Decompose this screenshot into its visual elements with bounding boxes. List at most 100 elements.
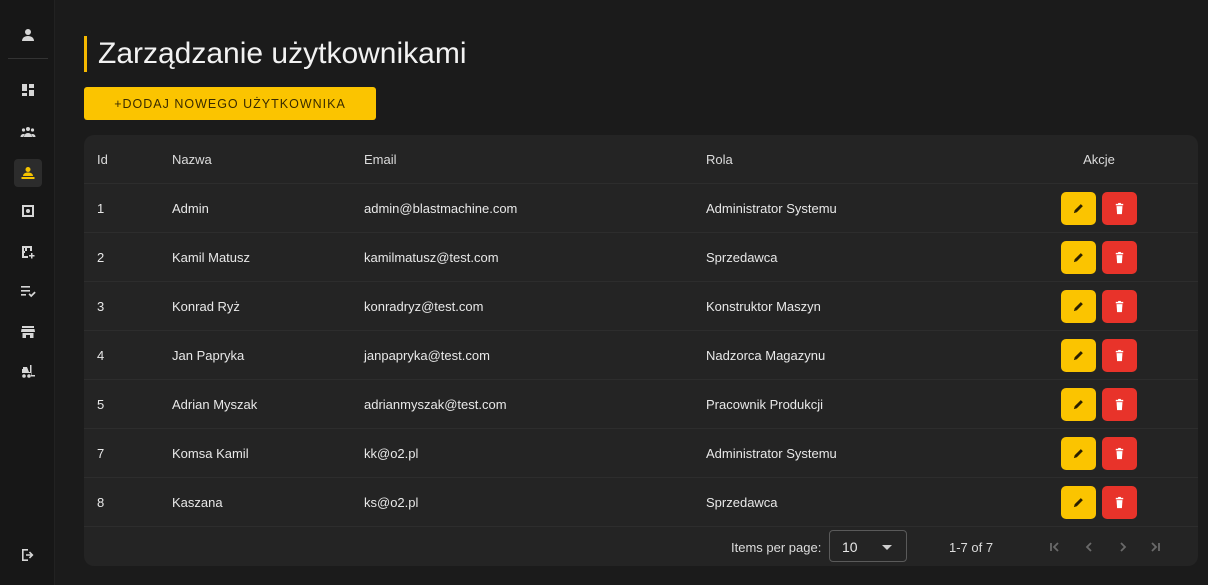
row-actions (1054, 233, 1144, 281)
table-row: 4 Jan Papryka janpapryka@test.com Nadzor… (84, 331, 1198, 380)
trash-icon (1115, 300, 1124, 312)
cell-name: Konrad Ryż (172, 298, 240, 314)
column-header-actions: Akcje (1083, 151, 1115, 167)
cell-email: adrianmyszak@test.com (364, 396, 507, 412)
pencil-icon (1073, 203, 1083, 213)
dashboard-icon[interactable] (14, 76, 42, 104)
cell-email: ks@o2.pl (364, 494, 419, 510)
cell-role: Pracownik Produkcji (706, 396, 824, 412)
forklift-icon[interactable] (14, 357, 42, 385)
pencil-icon (1073, 301, 1083, 311)
page-range: 1-7 of 7 (949, 540, 994, 555)
machine-icon[interactable] (14, 197, 42, 225)
column-header-name[interactable]: Nazwa (172, 135, 212, 183)
pencil-icon (1073, 252, 1083, 262)
groups-icon[interactable] (14, 118, 42, 146)
delete-user-button[interactable] (1102, 191, 1137, 225)
cell-name: Kaszana (172, 494, 223, 510)
edit-user-button[interactable] (1061, 387, 1096, 421)
add-user-button[interactable]: +DODAJ NOWEGO UŻYTKOWNIKA (84, 87, 376, 120)
sidebar-divider (8, 58, 48, 59)
cell-id: 7 (97, 445, 105, 461)
table-row: 5 Adrian Myszak adrianmyszak@test.com Pr… (84, 380, 1198, 429)
title-accent-bar (84, 36, 87, 72)
row-actions (1054, 380, 1144, 428)
cell-id: 1 (97, 200, 105, 216)
paginator: Items per page: 10 1-7 of 7 (84, 527, 1198, 566)
edit-user-button[interactable] (1061, 338, 1096, 372)
pencil-icon (1073, 497, 1083, 507)
cell-email: janpapryka@test.com (364, 347, 490, 363)
table-row: 1 Admin admin@blastmachine.com Administr… (84, 184, 1198, 233)
row-actions (1054, 478, 1144, 526)
cell-id: 5 (97, 396, 105, 412)
row-actions (1054, 331, 1144, 379)
row-actions (1054, 429, 1144, 477)
trash-icon (1115, 202, 1124, 214)
edit-user-button[interactable] (1061, 191, 1096, 225)
edit-user-button[interactable] (1061, 436, 1096, 470)
delete-user-button[interactable] (1102, 436, 1137, 470)
cell-id: 8 (97, 494, 105, 510)
cell-email: konradryz@test.com (364, 298, 484, 314)
cell-id: 3 (97, 298, 105, 314)
table-add-icon[interactable] (14, 238, 42, 266)
cell-role: Nadzorca Magazynu (706, 347, 826, 363)
next-page-icon[interactable] (1112, 536, 1134, 558)
cell-role: Sprzedawca (706, 249, 778, 265)
page-size-value: 10 (842, 539, 858, 555)
delete-user-button[interactable] (1102, 289, 1137, 323)
chevron-down-icon (882, 545, 892, 550)
first-page-icon[interactable] (1044, 536, 1066, 558)
store-icon[interactable] (14, 318, 42, 346)
items-per-page-label: Items per page: (731, 540, 822, 555)
delete-user-button[interactable] (1102, 485, 1137, 519)
cell-email: admin@blastmachine.com (364, 200, 518, 216)
trash-icon (1115, 251, 1124, 263)
column-header-email[interactable]: Email (364, 135, 397, 183)
users-table: Id Nazwa Email Rola Akcje 1 Admin admin@… (84, 135, 1198, 566)
cell-name: Adrian Myszak (172, 396, 258, 412)
delete-user-button[interactable] (1102, 338, 1137, 372)
row-actions (1054, 282, 1144, 330)
row-actions (1054, 184, 1144, 232)
pencil-icon (1073, 350, 1083, 360)
cell-role: Konstruktor Maszyn (706, 298, 821, 314)
user-management-icon[interactable] (14, 159, 42, 187)
pencil-icon (1073, 399, 1083, 409)
delete-user-button[interactable] (1102, 387, 1137, 421)
cell-email: kamilmatusz@test.com (364, 249, 499, 265)
cell-name: Jan Papryka (172, 347, 245, 363)
trash-icon (1115, 349, 1124, 361)
table-row: 2 Kamil Matusz kamilmatusz@test.com Sprz… (84, 233, 1198, 282)
sidebar (0, 0, 55, 585)
column-header-id[interactable]: Id (97, 135, 108, 183)
column-header-role[interactable]: Rola (706, 135, 733, 183)
pencil-icon (1073, 448, 1083, 458)
edit-user-button[interactable] (1061, 485, 1096, 519)
logout-icon[interactable] (14, 541, 42, 569)
cell-role: Administrator Systemu (706, 445, 837, 461)
trash-icon (1115, 447, 1124, 459)
cell-email: kk@o2.pl (364, 445, 419, 461)
last-page-icon[interactable] (1144, 536, 1166, 558)
trash-icon (1115, 398, 1124, 410)
page-title: Zarządzanie użytkownikami (98, 37, 467, 70)
cell-role: Sprzedawca (706, 494, 778, 510)
cell-name: Kamil Matusz (172, 249, 251, 265)
edit-user-button[interactable] (1061, 240, 1096, 274)
table-header: Id Nazwa Email Rola Akcje (84, 135, 1198, 184)
page-size-select[interactable]: 10 (829, 530, 907, 562)
account-icon[interactable] (14, 21, 42, 49)
table-row: 7 Komsa Kamil kk@o2.pl Administrator Sys… (84, 429, 1198, 478)
main-content: Zarządzanie użytkownikami +DODAJ NOWEGO … (55, 0, 1208, 585)
cell-name: Admin (172, 200, 209, 216)
cell-role: Administrator Systemu (706, 200, 837, 216)
table-row: 3 Konrad Ryż konradryz@test.com Konstruk… (84, 282, 1198, 331)
edit-user-button[interactable] (1061, 289, 1096, 323)
cell-name: Komsa Kamil (172, 445, 249, 461)
checklist-icon[interactable] (14, 277, 42, 305)
previous-page-icon[interactable] (1078, 536, 1100, 558)
delete-user-button[interactable] (1102, 240, 1137, 274)
table-row: 8 Kaszana ks@o2.pl Sprzedawca (84, 478, 1198, 527)
